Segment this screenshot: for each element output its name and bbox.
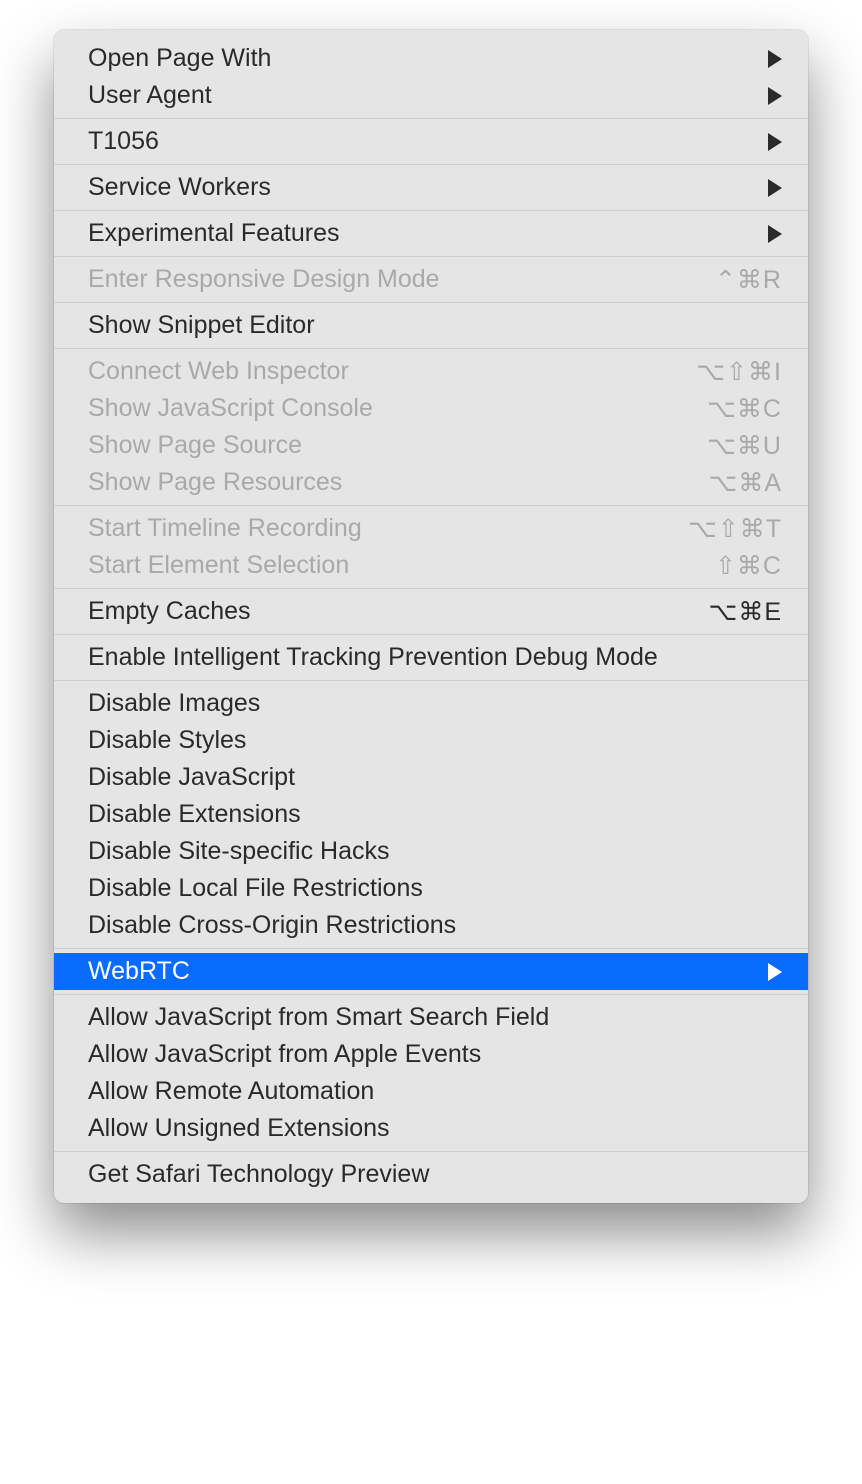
menu-item-allow-javascript-from-apple-events[interactable]: Allow JavaScript from Apple Events	[54, 1036, 808, 1073]
menu-group: Open Page With User Agent	[54, 36, 808, 119]
menu-item-label: Show Page Source	[88, 431, 707, 460]
menu-item-experimental-features[interactable]: Experimental Features	[54, 215, 808, 252]
menu-group: Service Workers	[54, 165, 808, 211]
menu-item-disable-cross-origin-restrictions[interactable]: Disable Cross-Origin Restrictions	[54, 907, 808, 944]
menu-item-empty-caches[interactable]: Empty Caches⌥⌘E	[54, 593, 808, 630]
menu-item-label: Show Snippet Editor	[88, 311, 782, 340]
menu-item-label: Allow JavaScript from Apple Events	[88, 1040, 782, 1069]
menu-group: WebRTC	[54, 949, 808, 995]
menu-item-start-element-selection: Start Element Selection⇧⌘C	[54, 547, 808, 584]
menu-item-label: Disable Styles	[88, 726, 782, 755]
menu-item-disable-extensions[interactable]: Disable Extensions	[54, 796, 808, 833]
menu-item-label: Experimental Features	[88, 219, 768, 248]
menu-group: Allow JavaScript from Smart Search Field…	[54, 995, 808, 1152]
menu-item-label: Connect Web Inspector	[88, 357, 696, 386]
menu-item-label: WebRTC	[88, 957, 768, 986]
menu-item-label: Service Workers	[88, 173, 768, 202]
menu-item-disable-local-file-restrictions[interactable]: Disable Local File Restrictions	[54, 870, 808, 907]
menu-item-label: Get Safari Technology Preview	[88, 1160, 782, 1189]
menu-item-label: Allow Remote Automation	[88, 1077, 782, 1106]
menu-item-label: Show JavaScript Console	[88, 394, 707, 423]
menu-item-show-javascript-console: Show JavaScript Console⌥⌘C	[54, 390, 808, 427]
menu-item-webrtc[interactable]: WebRTC	[54, 953, 808, 990]
menu-group: Enable Intelligent Tracking Prevention D…	[54, 635, 808, 681]
menu-group: Show Snippet Editor	[54, 303, 808, 349]
menu-item-service-workers[interactable]: Service Workers	[54, 169, 808, 206]
menu-item-open-page-with[interactable]: Open Page With	[54, 40, 808, 77]
menu-item-label: Disable Local File Restrictions	[88, 874, 782, 903]
menu-group: Experimental Features	[54, 211, 808, 257]
menu-item-shortcut: ⌃⌘R	[715, 265, 782, 295]
menu-item-shortcut: ⌥⇧⌘T	[688, 514, 782, 544]
develop-menu[interactable]: Open Page With User Agent T1056 Service Wor…	[54, 30, 808, 1203]
menu-group: Start Timeline Recording⌥⇧⌘TStart Elemen…	[54, 506, 808, 589]
chevron-right-icon	[768, 963, 782, 981]
menu-item-start-timeline-recording: Start Timeline Recording⌥⇧⌘T	[54, 510, 808, 547]
menu-item-label: Disable Extensions	[88, 800, 782, 829]
menu-item-t1056[interactable]: T1056	[54, 123, 808, 160]
menu-item-label: Open Page With	[88, 44, 768, 73]
menu-item-shortcut: ⌥⇧⌘I	[696, 357, 782, 387]
menu-item-show-snippet-editor[interactable]: Show Snippet Editor	[54, 307, 808, 344]
menu-item-user-agent[interactable]: User Agent	[54, 77, 808, 114]
menu-item-label: Disable Site-specific Hacks	[88, 837, 782, 866]
menu-item-get-safari-technology-preview[interactable]: Get Safari Technology Preview	[54, 1156, 808, 1193]
menu-item-label: User Agent	[88, 81, 768, 110]
menu-item-shortcut: ⌥⌘U	[707, 431, 782, 461]
chevron-right-icon	[768, 225, 782, 243]
menu-item-shortcut: ⌥⌘E	[709, 597, 782, 627]
menu-group: Connect Web Inspector⌥⇧⌘IShow JavaScript…	[54, 349, 808, 506]
chevron-right-icon	[768, 179, 782, 197]
menu-group: Enter Responsive Design Mode⌃⌘R	[54, 257, 808, 303]
menu-group: Get Safari Technology Preview	[54, 1152, 808, 1197]
chevron-right-icon	[768, 87, 782, 105]
chevron-right-icon	[768, 50, 782, 68]
menu-item-label: Disable Images	[88, 689, 782, 718]
menu-item-connect-web-inspector: Connect Web Inspector⌥⇧⌘I	[54, 353, 808, 390]
menu-item-label: Allow Unsigned Extensions	[88, 1114, 782, 1143]
menu-item-enter-responsive-design-mode: Enter Responsive Design Mode⌃⌘R	[54, 261, 808, 298]
menu-item-allow-remote-automation[interactable]: Allow Remote Automation	[54, 1073, 808, 1110]
menu-item-disable-styles[interactable]: Disable Styles	[54, 722, 808, 759]
menu-item-label: Disable JavaScript	[88, 763, 782, 792]
menu-item-enable-intelligent-tracking-prevention-debug-mode[interactable]: Enable Intelligent Tracking Prevention D…	[54, 639, 808, 676]
menu-group: T1056	[54, 119, 808, 165]
menu-item-label: Enable Intelligent Tracking Prevention D…	[88, 643, 782, 672]
menu-item-label: T1056	[88, 127, 768, 156]
menu-group: Disable Images Disable Styles Disable Java…	[54, 681, 808, 949]
menu-item-allow-javascript-from-smart-search-field[interactable]: Allow JavaScript from Smart Search Field	[54, 999, 808, 1036]
menu-item-label: Allow JavaScript from Smart Search Field	[88, 1003, 782, 1032]
menu-item-show-page-resources: Show Page Resources⌥⌘A	[54, 464, 808, 501]
stage: Open Page With User Agent T1056 Service Wor…	[0, 0, 862, 1484]
menu-item-disable-javascript[interactable]: Disable JavaScript	[54, 759, 808, 796]
menu-item-disable-images[interactable]: Disable Images	[54, 685, 808, 722]
menu-item-show-page-source: Show Page Source⌥⌘U	[54, 427, 808, 464]
menu-item-label: Empty Caches	[88, 597, 709, 626]
menu-item-allow-unsigned-extensions[interactable]: Allow Unsigned Extensions	[54, 1110, 808, 1147]
menu-item-shortcut: ⌥⌘A	[709, 468, 782, 498]
menu-item-label: Disable Cross-Origin Restrictions	[88, 911, 782, 940]
menu-group: Empty Caches⌥⌘E	[54, 589, 808, 635]
menu-item-label: Start Element Selection	[88, 551, 715, 580]
menu-item-label: Enter Responsive Design Mode	[88, 265, 715, 294]
menu-item-label: Show Page Resources	[88, 468, 709, 497]
menu-item-label: Start Timeline Recording	[88, 514, 688, 543]
chevron-right-icon	[768, 133, 782, 151]
menu-item-shortcut: ⇧⌘C	[715, 551, 782, 581]
menu-item-disable-site-specific-hacks[interactable]: Disable Site-specific Hacks	[54, 833, 808, 870]
menu-item-shortcut: ⌥⌘C	[707, 394, 782, 424]
